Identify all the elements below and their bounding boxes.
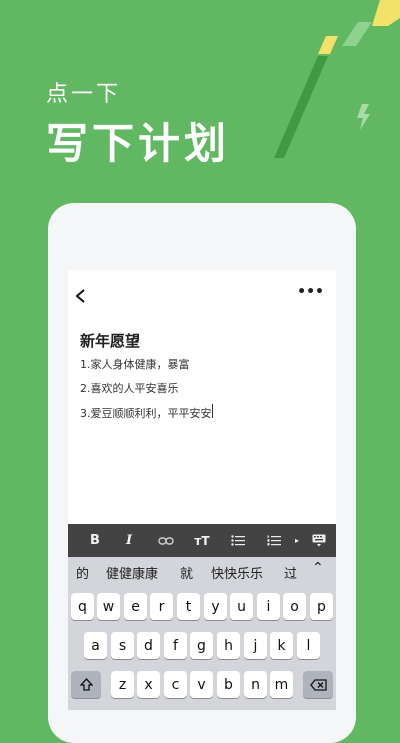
key-d[interactable]: d (137, 632, 160, 659)
text-size-button[interactable]: тT (190, 524, 214, 557)
yellow-stripe-top-right (372, 0, 400, 26)
key-j[interactable]: j (244, 632, 267, 659)
italic-button[interactable]: I (118, 524, 140, 557)
key-c[interactable]: c (164, 671, 187, 698)
phone-screen: ••• 新年愿望 1.家人身体健康，暴富 2.喜欢的人平安喜乐 3.爱豆顺顺利利… (68, 270, 336, 710)
editor-nav-bar: ••• (68, 270, 336, 318)
key-b[interactable]: b (217, 671, 240, 698)
note-line[interactable]: 1.家人身体健康，暴富 (80, 356, 190, 372)
key-a[interactable]: a (84, 632, 107, 659)
dark-green-stripe (274, 56, 328, 158)
link-button[interactable] (154, 524, 178, 557)
headline-small: 点一下 (46, 82, 122, 107)
formatting-toolbar: B I тT ▸ (68, 524, 336, 557)
key-k[interactable]: k (270, 632, 293, 659)
note-line[interactable]: 2.喜欢的人平安喜乐 (80, 380, 179, 396)
candidate-word[interactable]: 就 (180, 563, 193, 582)
key-n[interactable]: n (244, 671, 267, 698)
numbered-list-button[interactable] (262, 524, 286, 557)
candidate-word[interactable]: 快快乐乐 (211, 563, 263, 582)
key-m[interactable]: m (270, 671, 293, 698)
key-p[interactable]: p (310, 593, 333, 620)
text-cursor (212, 404, 213, 418)
key-x[interactable]: x (137, 671, 160, 698)
bold-button[interactable]: B (84, 524, 106, 557)
back-chevron-icon[interactable] (74, 288, 88, 304)
note-title[interactable]: 新年愿望 (80, 330, 140, 351)
shift-icon (79, 678, 93, 691)
key-i[interactable]: i (257, 593, 280, 620)
key-u[interactable]: u (230, 593, 253, 620)
bullet-list-button[interactable] (226, 524, 250, 557)
candidate-word[interactable]: 过 (284, 563, 297, 582)
keyboard-hide-icon (312, 534, 326, 547)
note-line[interactable]: 3.爱豆顺顺利利，平平安安 (80, 405, 212, 421)
hide-keyboard-button[interactable] (308, 524, 330, 557)
key-s[interactable]: s (111, 632, 134, 659)
key-w[interactable]: w (97, 593, 120, 620)
keyboard: 的 健健康康 就 快快乐乐 过 ⌃ q w e r t y u i o p a … (68, 557, 336, 710)
expand-candidates-icon[interactable]: ⌃ (312, 560, 324, 576)
key-l[interactable]: l (297, 632, 320, 659)
delete-key[interactable] (303, 671, 333, 698)
light-green-stripe (342, 22, 372, 46)
more-options-icon[interactable]: ••• (297, 284, 324, 300)
candidate-word[interactable]: 的 (76, 563, 89, 582)
key-y[interactable]: y (204, 593, 227, 620)
key-z[interactable]: z (111, 671, 134, 698)
key-q[interactable]: q (71, 593, 94, 620)
candidate-bar: 的 健健康康 就 快快乐乐 过 ⌃ (68, 557, 336, 583)
key-o[interactable]: o (283, 593, 306, 620)
lightning-icon (357, 104, 370, 130)
key-v[interactable]: v (190, 671, 213, 698)
backspace-icon (309, 678, 327, 691)
numbered-list-icon (267, 535, 281, 546)
key-f[interactable]: f (164, 632, 187, 659)
key-e[interactable]: e (124, 593, 147, 620)
link-icon (158, 536, 174, 545)
yellow-stripe-small (318, 36, 338, 54)
headline-big: 写下计划 (46, 119, 231, 168)
candidate-word[interactable]: 健健康康 (106, 563, 158, 582)
shift-key[interactable] (71, 671, 101, 698)
key-g[interactable]: g (190, 632, 213, 659)
toolbar-scroll-right-icon[interactable]: ▸ (292, 524, 302, 557)
key-t[interactable]: t (177, 593, 200, 620)
key-r[interactable]: r (150, 593, 173, 620)
key-h[interactable]: h (217, 632, 240, 659)
bullet-list-icon (231, 535, 245, 546)
